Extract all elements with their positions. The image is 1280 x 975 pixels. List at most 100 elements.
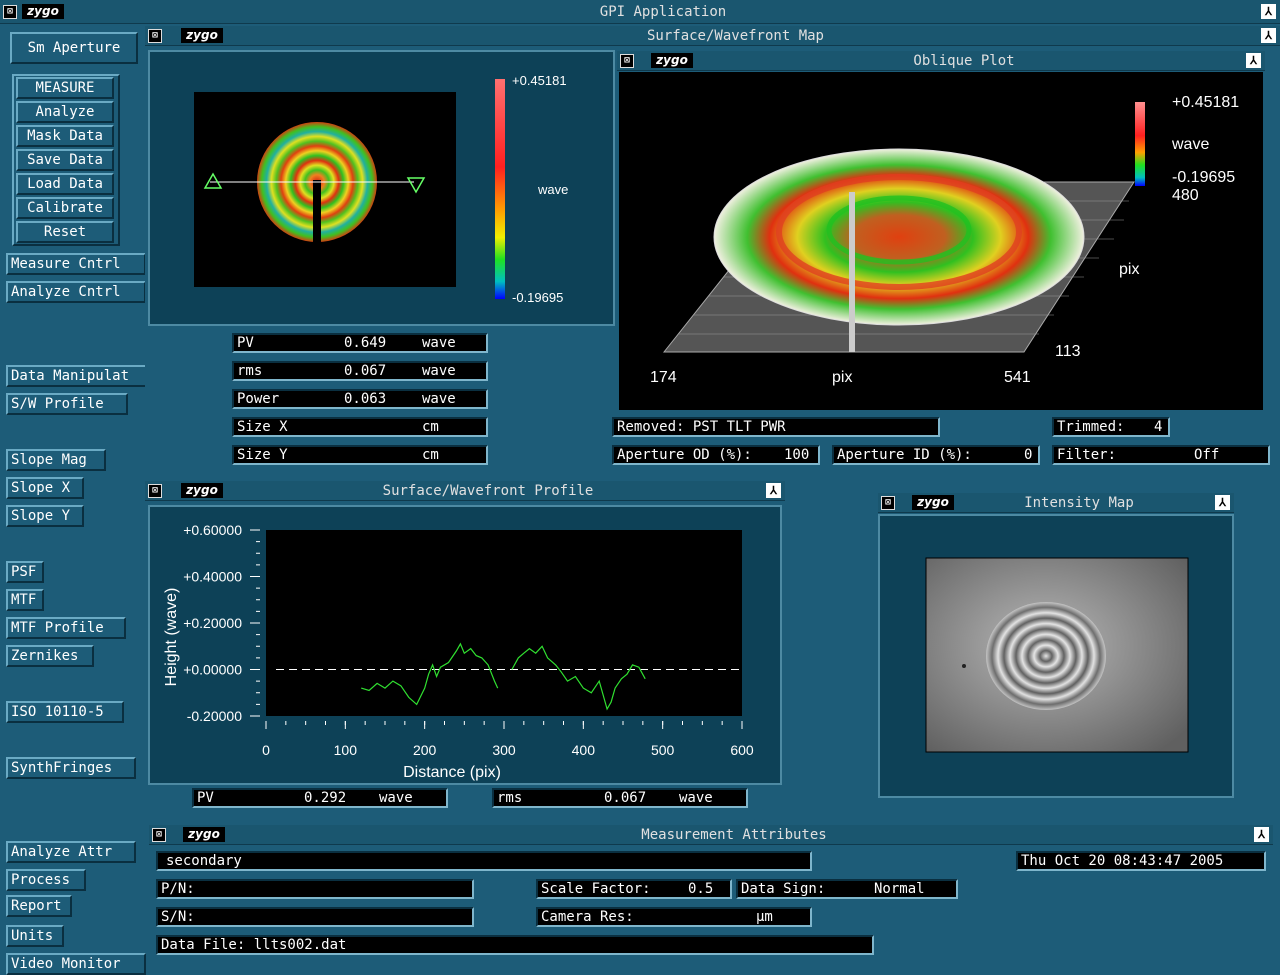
y-tick-label: +0.00000 — [183, 662, 242, 678]
oblique-y-min: 113 — [1055, 343, 1081, 360]
pin-icon[interactable]: ⅄ — [1261, 4, 1276, 19]
sidebar-mask-data-button[interactable]: Mask Data — [16, 125, 114, 147]
profile-rms-field: rms 0.067 wave — [492, 788, 748, 808]
intensity-fringe-pattern — [986, 602, 1106, 710]
sidebar-item-units[interactable]: Units — [6, 925, 64, 947]
removed-field: Removed: PST TLT PWR — [612, 417, 940, 437]
stat-pv-field: PV 0.649 wave — [232, 333, 488, 353]
stat-size-y-field: Size Ycm — [232, 445, 488, 465]
profile-chart: +0.60000 +0.40000 +0.20000 +0.00000 -0.20000… — [163, 522, 754, 781]
oblique-plot: +0.45181 wave -0.19695 480 pix 113 174 p… — [619, 72, 1263, 410]
app-title: GPI Application — [599, 4, 727, 20]
stat-size-x-field: Size Xcm — [232, 417, 488, 437]
aperture-id-field: Aperture ID (%): 0 — [832, 445, 1040, 465]
camera-res-field: Camera Res: µm — [536, 907, 812, 927]
sidebar-item-report[interactable]: Report — [6, 895, 72, 917]
profile-plot-area — [266, 530, 742, 716]
sidebar-item-slope-mag[interactable]: Slope Mag — [6, 449, 106, 471]
intensity-panel — [878, 514, 1234, 798]
sidebar-item-mtf-profile[interactable]: MTF Profile — [6, 617, 126, 639]
x-tick-label: 300 — [492, 742, 516, 758]
oblique-scale-min: -0.19695 — [1172, 169, 1236, 186]
pin-icon[interactable]: ⅄ — [766, 483, 781, 498]
map-scale-min: -0.19695 — [512, 290, 564, 305]
data-sign-field: Data Sign: Normal — [736, 879, 958, 899]
surface-map-title: Surface/Wavefront Map — [646, 28, 824, 44]
sidebar-item-measure-cntrl[interactable]: Measure Cntrl — [6, 253, 146, 275]
datetime-field: Thu Oct 20 08:43:47 2005 — [1016, 851, 1266, 871]
sidebar-item-slope-y[interactable]: Slope Y — [6, 505, 84, 527]
close-icon[interactable]: ⊠ — [148, 29, 162, 43]
pn-field[interactable]: P/N: — [156, 879, 474, 899]
oblique-scale-bar — [1135, 102, 1145, 186]
close-icon[interactable]: ⊠ — [3, 5, 17, 19]
intensity-svg — [925, 557, 1189, 753]
sidebar-measure-button[interactable]: MEASURE — [16, 77, 114, 99]
sn-field[interactable]: S/N: — [156, 907, 474, 927]
y-tick-label: -0.20000 — [187, 708, 242, 724]
y-tick-label: +0.60000 — [183, 522, 242, 538]
oblique-x-axis: pix — [832, 369, 853, 386]
profile-titlebar: ⊠ zygo Surface/Wavefront Profile ⅄ — [145, 481, 785, 501]
oblique-scale-max: +0.45181 — [1172, 94, 1240, 111]
intensity-titlebar: ⊠ zygo Intensity Map ⅄ — [878, 493, 1234, 513]
y-axis-label: Height (wave) — [163, 588, 180, 687]
sidebar-item-psf[interactable]: PSF — [6, 561, 44, 583]
x-tick-label: 600 — [730, 742, 754, 758]
pin-icon[interactable]: ⅄ — [1246, 53, 1261, 68]
sidebar-item-analyze-cntrl[interactable]: Analyze Cntrl — [6, 281, 146, 303]
map-mask-strip — [313, 180, 321, 244]
sidebar-item-video-monitor[interactable]: Video Monitor — [6, 953, 146, 975]
oblique-x-min: 174 — [650, 369, 677, 386]
sidebar-save-data-button[interactable]: Save Data — [16, 149, 114, 171]
sidebar-reset-button[interactable]: Reset — [16, 221, 114, 243]
stat-rms-field: rms 0.067 wave — [232, 361, 488, 381]
sidebar-item-analyze-attr[interactable]: Analyze Attr — [6, 841, 136, 863]
sidebar-calibrate-button[interactable]: Calibrate — [16, 197, 114, 219]
stat-power-field: Power 0.063 wave — [232, 389, 488, 409]
surface-map-plot: +0.45181 wave -0.19695 — [148, 50, 615, 326]
oblique-y-max: 480 — [1172, 187, 1199, 204]
note-field[interactable]: secondary — [156, 851, 812, 871]
x-axis-label: Distance (pix) — [403, 764, 501, 781]
close-icon[interactable]: ⊠ — [620, 54, 634, 68]
sidebar-item-synthfringes[interactable]: SynthFringes — [6, 757, 136, 779]
x-tick-label: 100 — [334, 742, 358, 758]
close-icon[interactable]: ⊠ — [148, 484, 162, 498]
x-tick-label: 0 — [262, 742, 270, 758]
profile-plot: +0.60000 +0.40000 +0.20000 +0.00000 -0.20000… — [148, 505, 782, 785]
sidebar-item-mtf[interactable]: MTF — [6, 589, 44, 611]
pin-icon[interactable]: ⅄ — [1261, 28, 1276, 43]
map-scale-unit: wave — [538, 182, 569, 197]
sidebar-item-slope-x[interactable]: Slope X — [6, 477, 84, 499]
app-titlebar: ⊠ zygo GPI Application ⅄ — [0, 0, 1280, 24]
oblique-mask-spike — [849, 192, 855, 352]
oblique-x-max: 541 — [1004, 369, 1031, 386]
sm-aperture-button[interactable]: Sm Aperture — [10, 32, 138, 64]
trimmed-field: Trimmed: 4 — [1052, 417, 1170, 437]
y-tick-label: +0.40000 — [183, 569, 242, 585]
sidebar-item-data-manipulat[interactable]: Data Manipulat — [6, 365, 148, 387]
aperture-od-field: Aperture OD (%): 100 — [612, 445, 820, 465]
sidebar-item-zernikes[interactable]: Zernikes — [6, 645, 94, 667]
attributes-titlebar: ⊠ zygo Measurement Attributes ⅄ — [149, 825, 1273, 845]
pin-icon[interactable]: ⅄ — [1254, 827, 1269, 842]
sidebar-item-process[interactable]: Process — [6, 869, 86, 891]
surface-map-titlebar: ⊠ zygo Surface/Wavefront Map ⅄ — [145, 26, 1280, 46]
close-icon[interactable]: ⊠ — [152, 828, 166, 842]
pin-icon[interactable]: ⅄ — [1215, 495, 1230, 510]
oblique-scale-unit: wave — [1172, 136, 1210, 153]
attributes-title: Measurement Attributes — [641, 827, 827, 843]
close-icon[interactable]: ⊠ — [881, 496, 895, 510]
sidebar-load-data-button[interactable]: Load Data — [16, 173, 114, 195]
map-scale-max: +0.45181 — [512, 73, 567, 88]
zygo-logo: zygo — [22, 4, 64, 19]
x-tick-label: 400 — [572, 742, 596, 758]
sidebar-item-iso-10110-5[interactable]: ISO 10110-5 — [6, 701, 124, 723]
sidebar-analyze-button[interactable]: Analyze — [16, 101, 114, 123]
y-tick-label: +0.20000 — [183, 615, 242, 631]
scale-factor-field: Scale Factor: 0.5 — [536, 879, 732, 899]
sidebar-item-s-w-profile[interactable]: S/W Profile — [6, 393, 128, 415]
oblique-svg — [662, 102, 1145, 353]
oblique-titlebar: ⊠ zygo Oblique Plot ⅄ — [617, 51, 1265, 71]
